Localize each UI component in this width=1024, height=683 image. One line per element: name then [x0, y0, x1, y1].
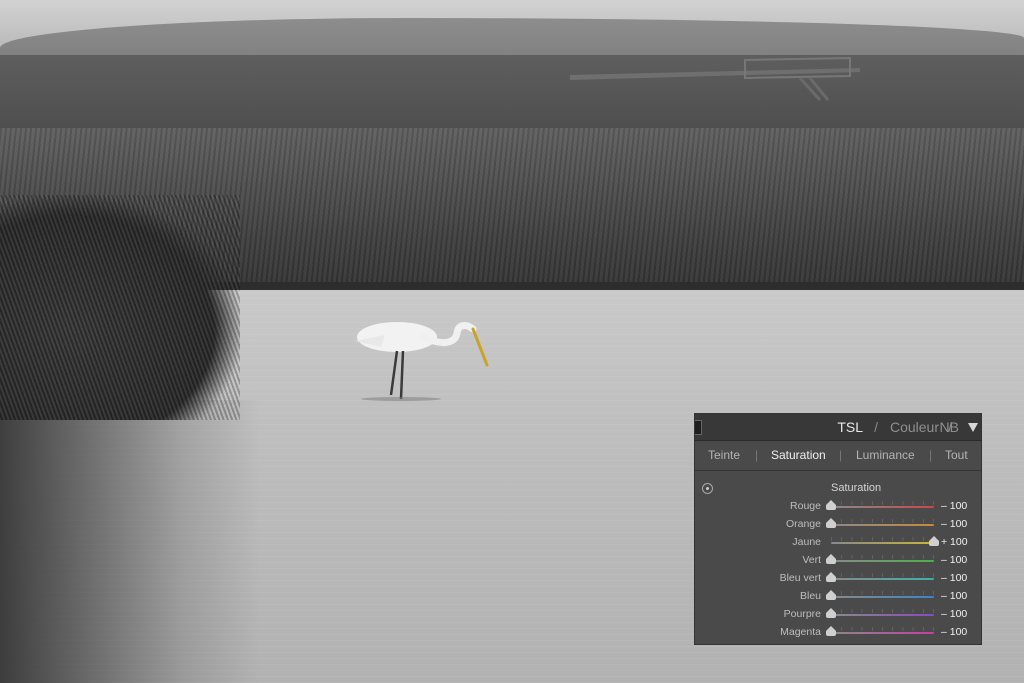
- tab-teinte[interactable]: Teinte: [708, 448, 740, 462]
- slider-ticks: [831, 627, 934, 631]
- mode-tsl[interactable]: TSL: [837, 419, 863, 435]
- slider-ticks: [831, 609, 934, 613]
- slider-label: Orange: [785, 518, 821, 530]
- slider-label: Pourpre: [783, 608, 821, 620]
- slider-ticks: [831, 501, 934, 505]
- slider-ticks: [831, 573, 934, 577]
- slider-value[interactable]: – 100: [941, 626, 967, 638]
- slider-track[interactable]: [831, 542, 934, 544]
- tab-separator: |: [839, 448, 843, 462]
- slider-thumb[interactable]: [826, 572, 836, 582]
- slider-value[interactable]: – 100: [941, 554, 967, 566]
- tab-luminance[interactable]: Luminance: [856, 448, 915, 462]
- distant-structure: [570, 56, 860, 102]
- target-adjustment-icon[interactable]: [702, 483, 713, 494]
- hsl-tabs: Teinte | Saturation | Luminance | Tout: [695, 442, 981, 471]
- slider-label: Magenta: [780, 626, 821, 638]
- slider-thumb[interactable]: [826, 518, 836, 528]
- slider-track[interactable]: [831, 578, 934, 580]
- slider-track[interactable]: [831, 596, 934, 598]
- mode-separator: /: [874, 419, 878, 435]
- slider-track[interactable]: [831, 506, 934, 508]
- slider-thumb[interactable]: [929, 536, 939, 546]
- slider-ticks: [831, 591, 934, 595]
- slider-label: Rouge: [790, 500, 821, 512]
- slider-track[interactable]: [831, 614, 934, 616]
- mode-couleur[interactable]: Couleur: [890, 419, 939, 435]
- slider-value[interactable]: – 100: [941, 572, 967, 584]
- slider-ticks: [831, 519, 934, 523]
- slider-track[interactable]: [831, 524, 934, 526]
- section-title: Saturation: [831, 482, 882, 494]
- slider-ticks: [831, 537, 934, 541]
- hsl-panel: TSL / Couleur / NB Teinte | Saturation |…: [694, 413, 982, 645]
- tab-saturation[interactable]: Saturation: [771, 448, 826, 462]
- slider-thumb[interactable]: [826, 608, 836, 618]
- slider-row-jaune: Jaune + 100: [695, 534, 981, 552]
- slider-value[interactable]: – 100: [941, 500, 967, 512]
- slider-label: Bleu vert: [779, 572, 821, 584]
- slider-value[interactable]: – 100: [941, 608, 967, 620]
- slider-row-bleu-vert: Bleu vert – 100: [695, 570, 981, 588]
- slider-thumb[interactable]: [826, 500, 836, 510]
- tab-separator: |: [929, 448, 933, 462]
- slider-thumb[interactable]: [826, 626, 836, 636]
- collapse-triangle-icon[interactable]: [968, 423, 978, 432]
- slider-row-pourpre: Pourpre – 100: [695, 606, 981, 624]
- slider-row-vert: Vert – 100: [695, 552, 981, 570]
- tab-separator: |: [755, 448, 759, 462]
- egret: [355, 322, 489, 401]
- slider-track[interactable]: [831, 632, 934, 634]
- slider-thumb[interactable]: [826, 590, 836, 600]
- slider-label: Jaune: [792, 536, 821, 548]
- grass-clump: [0, 195, 240, 420]
- slider-row-bleu: Bleu – 100: [695, 588, 981, 606]
- slider-row-rouge: Rouge – 100: [695, 498, 981, 516]
- slider-value[interactable]: – 100: [941, 590, 967, 602]
- mode-nb[interactable]: NB: [940, 419, 959, 435]
- slider-value[interactable]: + 100: [941, 536, 968, 548]
- slider-row-orange: Orange – 100: [695, 516, 981, 534]
- tab-tout[interactable]: Tout: [945, 448, 968, 462]
- slider-label: Bleu: [799, 590, 821, 602]
- slider-thumb[interactable]: [826, 554, 836, 564]
- panel-collapse-handle[interactable]: [695, 420, 702, 435]
- slider-label: Vert: [802, 554, 821, 566]
- water-reflection: [0, 400, 260, 683]
- slider-value[interactable]: – 100: [941, 518, 967, 530]
- slider-ticks: [831, 555, 934, 559]
- slider-track[interactable]: [831, 560, 934, 562]
- slider-row-magenta: Magenta – 100: [695, 624, 981, 642]
- panel-header: TSL / Couleur / NB: [695, 414, 981, 441]
